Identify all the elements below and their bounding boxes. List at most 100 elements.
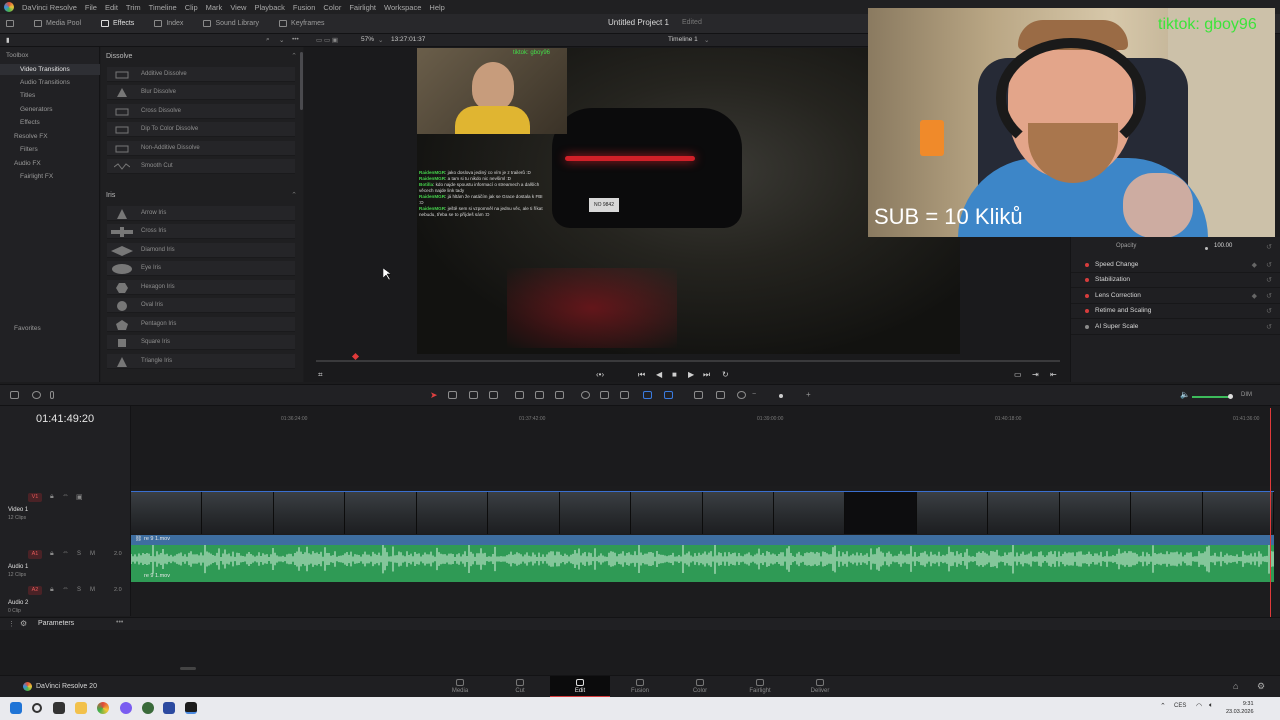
blade-tool-icon[interactable] (489, 391, 498, 399)
timeline-ruler[interactable]: 01:36:24:00 01:37:42:00 01:39:00:00 01:4… (131, 406, 1280, 486)
lock-icon[interactable] (620, 391, 629, 399)
lock-track-icon[interactable]: 🔒︎ (50, 550, 54, 558)
enable-dot[interactable] (1085, 263, 1089, 267)
parameters-label[interactable]: Parameters (38, 620, 74, 627)
video-clip[interactable] (1131, 492, 1203, 534)
fx-triangle-iris[interactable]: Triangle Iris (107, 354, 295, 369)
sidebar-item-effects[interactable]: Effects (20, 119, 40, 126)
media-pool-button[interactable]: Media Pool (24, 14, 91, 34)
jog-icon[interactable]: ‹•› (596, 370, 604, 379)
section-iris[interactable]: Iris (106, 192, 115, 199)
replace-clip-icon[interactable] (555, 391, 564, 399)
full-zoom-icon[interactable] (694, 391, 703, 399)
inspector-speed-change[interactable]: Speed Change ◆ ↺ (1071, 258, 1280, 273)
play-icon[interactable]: ▶ (688, 370, 694, 379)
sidebar-item-toolbox[interactable]: Toolbox (6, 52, 28, 59)
reset-icon[interactable]: ↺ (1266, 323, 1272, 331)
resolve-taskbar-icon[interactable] (185, 702, 197, 714)
keyframes-button[interactable]: Keyframes (269, 14, 334, 34)
lock-track-icon[interactable]: 🔒︎ (50, 493, 54, 501)
sidebar-item-audio-fx[interactable]: Audio FX (14, 160, 41, 167)
home-icon[interactable]: ⌂ (1233, 681, 1238, 691)
video-clip[interactable] (345, 492, 417, 534)
video-track-v1[interactable] (131, 491, 1274, 534)
app-icon[interactable] (142, 702, 154, 714)
mute-button[interactable]: M (90, 551, 95, 557)
video-clip[interactable] (845, 492, 917, 534)
prev-edit-icon[interactable]: ⇤ (1050, 370, 1057, 379)
volume-knob[interactable] (1228, 394, 1233, 399)
enable-dot[interactable] (1085, 325, 1089, 329)
fx-blur-dissolve[interactable]: Blur Dissolve (107, 85, 295, 100)
task-view-icon[interactable] (53, 702, 65, 714)
zoom-slider-knob[interactable] (779, 394, 783, 398)
trim-tool-icon[interactable] (448, 391, 457, 399)
last-frame-icon[interactable]: ⏭ (703, 370, 710, 380)
overwrite-clip-icon[interactable] (535, 391, 544, 399)
index-button[interactable]: Index (144, 14, 193, 34)
inspector-retime-scaling[interactable]: Retime and Scaling ↺ (1071, 304, 1280, 319)
snapping-icon[interactable] (581, 391, 590, 399)
video-clip[interactable] (559, 492, 632, 534)
timeline-playhead[interactable] (1270, 408, 1271, 638)
solo-button[interactable]: S (77, 551, 81, 557)
zoom-icon[interactable] (737, 391, 746, 399)
expand-icon[interactable]: ⋮ (8, 620, 15, 628)
video-clip[interactable] (1059, 492, 1132, 534)
menu-mark[interactable]: Mark (206, 3, 223, 12)
video-clip[interactable] (1202, 492, 1274, 534)
video-clip[interactable] (488, 492, 560, 534)
section-dissolve[interactable]: Dissolve (106, 53, 132, 60)
effects-scrollbar[interactable] (300, 52, 303, 110)
chrome-icon[interactable] (97, 702, 109, 714)
fx-square-iris[interactable]: Square Iris (107, 335, 295, 350)
video-clip[interactable] (988, 492, 1060, 534)
insert-clip-icon[interactable] (515, 391, 524, 399)
selection-tool-icon[interactable]: ➤ (430, 390, 438, 401)
fx-eye-iris[interactable]: Eye Iris (107, 261, 295, 276)
sidebar-toggle-icon[interactable]: ▮ (6, 36, 10, 44)
reset-icon[interactable]: ↺ (1266, 307, 1272, 315)
inspector-lens-correction[interactable]: Lens Correction ◆ ↺ (1071, 289, 1280, 304)
fx-arrow-iris[interactable]: Arrow Iris (107, 206, 295, 221)
match-frame-icon[interactable]: ▭ (1014, 370, 1022, 379)
sidebar-item-video-transitions[interactable]: Video Transitions (20, 66, 70, 73)
tab-cut[interactable]: Cut (490, 676, 550, 698)
video-clip[interactable] (631, 492, 703, 534)
stop-icon[interactable]: ■ (672, 370, 677, 379)
fx-cross-iris[interactable]: Cross Iris (107, 224, 295, 239)
track-tag-a1[interactable]: A1 (28, 550, 42, 559)
video-clip[interactable] (916, 492, 989, 534)
mic-icon[interactable] (50, 391, 54, 399)
reset-icon[interactable]: ↺ (1266, 292, 1272, 300)
opacity-slider-knob[interactable] (1205, 247, 1208, 250)
timeline-chevron-icon[interactable]: ⌄ (704, 36, 709, 44)
disable-track-icon[interactable]: ▣ (76, 493, 83, 501)
inspector-ai-super-scale[interactable]: AI Super Scale ↺ (1071, 320, 1280, 335)
menu-fusion[interactable]: Fusion (293, 3, 316, 12)
language-indicator[interactable]: CES (1174, 703, 1186, 709)
solo-button[interactable]: S (77, 587, 81, 593)
track-tag-a2[interactable]: A2 (28, 586, 42, 595)
video-clip[interactable] (773, 492, 846, 534)
keyframe-icon[interactable]: ◆ (1252, 292, 1257, 300)
zoom-in-icon[interactable]: + (806, 390, 811, 399)
opacity-value[interactable]: 100.00 (1214, 243, 1232, 249)
menu-view[interactable]: View (230, 3, 246, 12)
enable-dot[interactable] (1085, 294, 1089, 298)
sidebar-item-fairlight-fx[interactable]: Fairlight FX (20, 173, 53, 180)
first-frame-icon[interactable]: ⏮ (638, 370, 645, 380)
zoom-chevron-icon[interactable]: ⌄ (378, 36, 383, 44)
detail-zoom-icon[interactable] (716, 391, 725, 399)
windows-start-icon[interactable] (10, 702, 22, 714)
flag-icon[interactable] (643, 391, 652, 399)
more-options-icon[interactable]: ••• (292, 36, 299, 43)
menu-playback[interactable]: Playback (254, 3, 284, 12)
loop-icon[interactable]: ↻ (722, 370, 729, 379)
menu-timeline[interactable]: Timeline (149, 3, 177, 12)
lock-track-icon[interactable]: 🔒︎ (50, 586, 54, 594)
file-explorer-icon[interactable] (75, 702, 87, 714)
sidebar-item-audio-transitions[interactable]: Audio Transitions (20, 79, 70, 86)
reverse-icon[interactable]: ◀ (656, 370, 662, 379)
fx-dip-to-color[interactable]: Dip To Color Dissolve (107, 122, 295, 137)
